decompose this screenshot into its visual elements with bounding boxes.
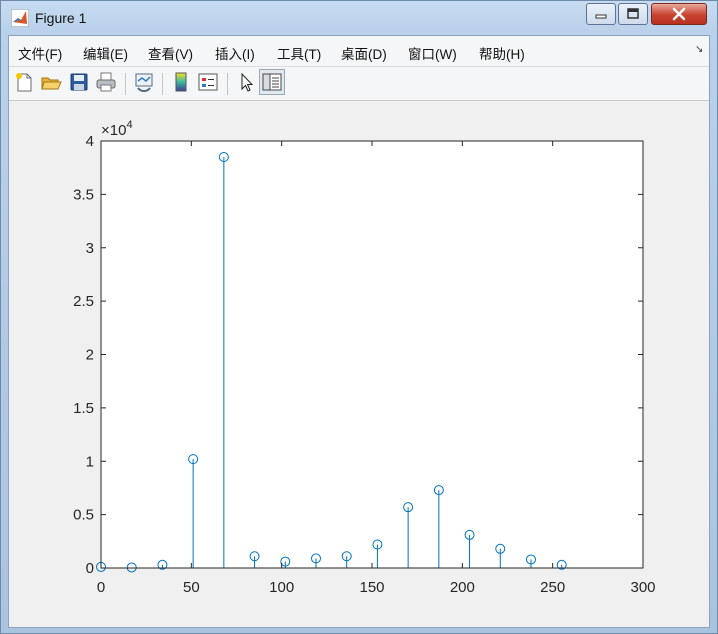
menu-window[interactable]: 窗口(W) <box>408 43 457 63</box>
new-figure-icon <box>16 73 32 92</box>
y-tick-label: 1.5 <box>73 400 94 417</box>
x-tick-label: 200 <box>450 579 475 596</box>
legend-icon <box>198 73 218 91</box>
link-plot-icon <box>135 73 153 92</box>
maximize-icon <box>627 8 639 19</box>
y-tick-label: 2 <box>86 347 94 364</box>
dock-arrow-icon[interactable]: ↘ <box>695 44 703 55</box>
y-tick-label: 0 <box>86 560 94 577</box>
toolbar <box>9 67 709 101</box>
title-bar[interactable]: Figure 1 <box>1 1 717 35</box>
link-plot-button[interactable] <box>133 71 155 93</box>
x-tick-label: 150 <box>359 579 384 596</box>
open-file-icon <box>41 77 62 90</box>
toolbar-separator <box>162 73 163 95</box>
menu-desktop[interactable]: 桌面(D) <box>341 43 387 63</box>
y-tick-label: 4 <box>86 133 94 150</box>
x-tick-label: 50 <box>183 579 200 596</box>
maximize-button[interactable] <box>618 3 648 25</box>
toolbar-separator <box>227 73 228 95</box>
minimize-icon <box>595 14 607 19</box>
window-title: Figure 1 <box>35 10 87 26</box>
minimize-button[interactable] <box>586 3 616 25</box>
y-tick-label: 2.5 <box>73 293 94 310</box>
menu-help[interactable]: 帮助(H) <box>479 43 525 63</box>
colorbar-button[interactable] <box>170 71 192 93</box>
menu-view[interactable]: 查看(V) <box>148 43 193 63</box>
menu-edit[interactable]: 编辑(E) <box>83 43 128 63</box>
y-tick-label: 3.5 <box>73 186 94 203</box>
x-tick-label: 0 <box>97 579 105 596</box>
close-button[interactable] <box>651 3 707 25</box>
figure-client-area: 文件(F) 编辑(E) 查看(V) 插入(I) 工具(T) 桌面(D) 窗口(W… <box>8 35 710 628</box>
pointer-button[interactable] <box>235 71 257 93</box>
stem-plot: 0 50 100 150 200 250 300 0 0.5 1 1.5 2 2.5 3 3.5 4 ×10… <box>73 119 655 596</box>
axes-background <box>101 141 643 568</box>
menu-insert[interactable]: 插入(I) <box>215 43 255 63</box>
y-tick-label: 1 <box>86 453 94 470</box>
y-tick-label: 3 <box>86 240 94 257</box>
toolbar-separator <box>125 73 126 95</box>
close-icon <box>672 7 686 21</box>
print-icon <box>96 72 116 92</box>
open-file-button[interactable] <box>40 71 62 93</box>
y-tick-label: 0.5 <box>73 507 94 524</box>
save-icon <box>70 73 88 91</box>
figure-window: Figure 1 文件(F) 编辑(E) 查看(V) 插入(I) 工具(T) 桌… <box>0 0 718 634</box>
save-button[interactable] <box>68 71 90 93</box>
pointer-icon <box>241 72 254 92</box>
menu-file[interactable]: 文件(F) <box>18 43 62 63</box>
new-figure-button[interactable] <box>13 71 35 93</box>
x-tick-label: 250 <box>540 579 565 596</box>
menu-bar: 文件(F) 编辑(E) 查看(V) 插入(I) 工具(T) 桌面(D) 窗口(W… <box>9 36 709 67</box>
colorbar-icon <box>175 72 187 92</box>
print-button[interactable] <box>95 71 117 93</box>
figure-canvas: 0 50 100 150 200 250 300 0 0.5 1 1.5 2 2.5 3 3.5 4 ×10… <box>9 101 709 627</box>
y-exponent-label: ×104 <box>101 119 133 139</box>
x-tick-label: 300 <box>630 579 655 596</box>
property-inspector-button[interactable] <box>259 69 285 95</box>
menu-tools[interactable]: 工具(T) <box>277 43 321 63</box>
matlab-logo-icon <box>10 8 30 28</box>
property-inspector-icon <box>262 73 282 91</box>
legend-button[interactable] <box>197 71 219 93</box>
x-tick-label: 100 <box>269 579 294 596</box>
